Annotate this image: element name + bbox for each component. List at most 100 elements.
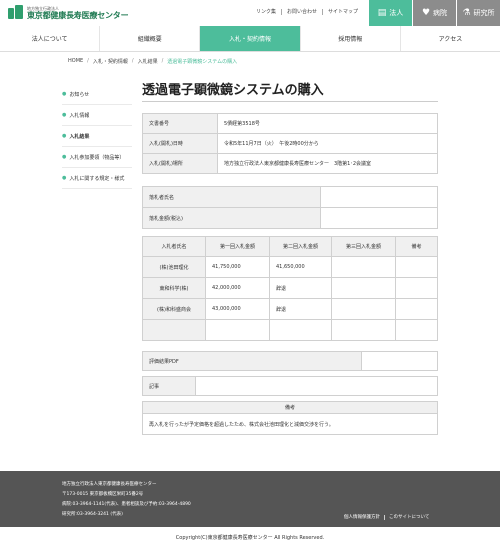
site-tab-label: 病院	[433, 9, 448, 17]
bid-note	[395, 277, 438, 299]
link-collection-link[interactable]: リンク集	[251, 9, 281, 15]
bidder-name: (株)池田理化	[142, 256, 206, 278]
footer-line: 病院:03-3964-1141(代表)、患者相談及び予約:03-3964-489…	[62, 502, 191, 507]
bid-note	[395, 319, 438, 341]
bullet-icon: ●	[62, 91, 67, 97]
bid-amount: 辞退	[269, 298, 332, 320]
gnav-recruit[interactable]: 採用情報	[299, 26, 400, 51]
footer-line: 地方独立行政法人東京都健康長寿医療センター	[62, 482, 157, 487]
footer-line: 〒173-0015 東京都板橋区栄町35番2号	[62, 492, 144, 497]
bidder-name: 東和科学(株)	[142, 277, 206, 299]
breadcrumb-separator: /	[87, 58, 89, 64]
gnav-access[interactable]: アクセス	[399, 26, 500, 51]
table-row: 再入札を行ったが予定価格を超過したため、株式会社池田理化と減価交渉を行う。	[142, 413, 438, 435]
table-value: 5債経第3518号	[217, 113, 438, 134]
breadcrumb-current: 透過電子顕微鏡システムの購入	[167, 59, 238, 65]
site-tab-corporation[interactable]: ▤ 法人	[368, 0, 412, 26]
bullet-icon: ●	[62, 112, 67, 118]
site-tab-label: 法人	[389, 9, 404, 17]
bullet-icon: ●	[62, 133, 67, 139]
utility-links: リンク集 お問い合わせ サイトマップ	[251, 9, 363, 15]
site-tab-label: 研究所	[473, 9, 495, 17]
breadcrumb-results[interactable]: 入札結果	[138, 58, 158, 65]
copyright: Copyright(C)東京都健康長寿医療センター All Rights Res…	[175, 535, 325, 541]
column-header: 備考	[142, 401, 438, 414]
sidebar-item-bid-results[interactable]: ● 入札結果	[62, 126, 132, 147]
table-label: 入札(開札)日時	[142, 133, 218, 154]
heart-icon: ♥	[421, 8, 431, 18]
table-row	[142, 319, 438, 341]
winner-table: 落札者氏名 落札金額(税込)	[142, 186, 438, 229]
column-header: 入札者氏名	[142, 236, 206, 257]
privacy-policy-link[interactable]: 個人情報保護方針	[340, 515, 384, 520]
site-logo[interactable]: 地方独立行政法人 東京都健康長寿医療センター	[8, 5, 129, 21]
bid-amount	[331, 319, 396, 341]
bid-amount	[331, 256, 396, 278]
footer-links: 個人情報保護方針 このサイトについて	[340, 515, 433, 520]
gnav-about[interactable]: 法人について	[0, 26, 99, 51]
table-value: 地方独立行政法人東京都健康長寿医療センター 3階第1･2会議室	[217, 153, 438, 174]
sidebar-item-label: 入札参加要領（物品等）	[69, 154, 125, 161]
table-label: 文書番号	[142, 113, 218, 134]
table-label: 落札金額(税込)	[142, 207, 321, 229]
breadcrumb-bidding[interactable]: 入札・契約情報	[93, 58, 128, 65]
global-nav: 法人について 組織概要 入札・契約情報 採用情報 アクセス	[0, 26, 500, 52]
sidebar-item-news[interactable]: ● お知らせ	[62, 84, 132, 105]
page-title: 透過電子顕微鏡システムの購入	[142, 83, 324, 98]
table-row: 東和科学(株) 42,000,000 辞退	[142, 277, 438, 299]
table-value	[320, 186, 438, 208]
sidebar-item-regulations[interactable]: ● 入札に関する規定・様式	[62, 168, 132, 189]
table-row: 入札(開札)日時 令和5年11月7日（火） 午後2時00分から	[142, 133, 438, 154]
gnav-bidding[interactable]: 入札・契約情報	[199, 26, 300, 51]
breadcrumb-home[interactable]: HOME	[68, 58, 83, 65]
column-header: 備考	[395, 236, 438, 257]
table-row: 評価結果PDF	[142, 351, 438, 371]
gnav-organization[interactable]: 組織概要	[99, 26, 199, 51]
sitemap-link[interactable]: サイトマップ	[322, 9, 363, 15]
site-tab-research[interactable]: ⚗ 研究所	[456, 0, 500, 26]
table-header-row: 入札者氏名 第一回入札金額 第二回入札金額 第三回入札金額 備考	[142, 236, 438, 257]
table-value: 令和5年11月7日（火） 午後2時00分から	[217, 133, 438, 154]
bid-note	[395, 256, 438, 278]
building-icon: ▤	[377, 8, 387, 18]
about-site-link[interactable]: このサイトについて	[384, 515, 433, 520]
bullet-icon: ●	[62, 175, 67, 181]
table-label: 記事	[142, 376, 196, 396]
sidebar-item-bid-guidelines[interactable]: ● 入札参加要領（物品等）	[62, 147, 132, 168]
table-header-row: 備考	[142, 401, 438, 414]
bid-amount: 41,650,000	[269, 256, 332, 278]
table-value	[195, 376, 438, 396]
logo-title: 東京都健康長寿医療センター	[27, 10, 129, 20]
bid-note	[395, 298, 438, 320]
breadcrumb-separator: /	[161, 58, 164, 64]
column-header: 第三回入札金額	[331, 236, 396, 257]
site-footer: 地方独立行政法人東京都健康長寿医療センター 〒173-0015 東京都板橋区栄町…	[0, 471, 500, 527]
info-table: 文書番号 5債経第3518号 入札(開札)日時 令和5年11月7日（火） 午後2…	[142, 113, 438, 174]
memo-table: 記事	[142, 376, 438, 396]
bid-amount	[331, 298, 396, 320]
title-divider	[142, 101, 438, 102]
contact-link[interactable]: お問い合わせ	[281, 9, 322, 15]
bidder-name	[142, 319, 206, 341]
sidebar-item-bid-info[interactable]: ● 入札情報	[62, 105, 132, 126]
table-row: 落札金額(税込)	[142, 207, 438, 229]
table-row: 記事	[142, 376, 438, 396]
table-row: (株)池田理化 41,750,000 41,650,000	[142, 256, 438, 278]
column-header: 第二回入札金額	[269, 236, 332, 257]
table-row: 入札(開札)場所 地方独立行政法人東京都健康長寿医療センター 3階第1･2会議室	[142, 153, 438, 174]
bid-amount: 43,000,000	[205, 298, 270, 320]
pdf-link-cell[interactable]	[361, 351, 438, 371]
remarks-table: 備考 再入札を行ったが予定価格を超過したため、株式会社池田理化と減価交渉を行う。	[142, 401, 438, 435]
bid-table: 入札者氏名 第一回入札金額 第二回入札金額 第三回入札金額 備考 (株)池田理化…	[142, 236, 438, 341]
table-label: 評価結果PDF	[142, 351, 362, 371]
bullet-icon: ●	[62, 154, 67, 160]
footer-line: 研究所:03-3964-3241 (代表)	[62, 512, 123, 517]
bid-amount: 41,750,000	[205, 256, 270, 278]
footer-address: 地方独立行政法人東京都健康長寿医療センター 〒173-0015 東京都板橋区栄町…	[62, 480, 191, 520]
table-label: 落札者氏名	[142, 186, 321, 208]
site-tabs: ▤ 法人 ♥ 病院 ⚗ 研究所	[368, 0, 500, 26]
breadcrumb: HOME / 入札・契約情報 / 入札結果 / 透過電子顕微鏡システムの購入	[68, 58, 237, 65]
column-header: 第一回入札金額	[205, 236, 270, 257]
bid-amount	[331, 277, 396, 299]
site-tab-hospital[interactable]: ♥ 病院	[412, 0, 456, 26]
